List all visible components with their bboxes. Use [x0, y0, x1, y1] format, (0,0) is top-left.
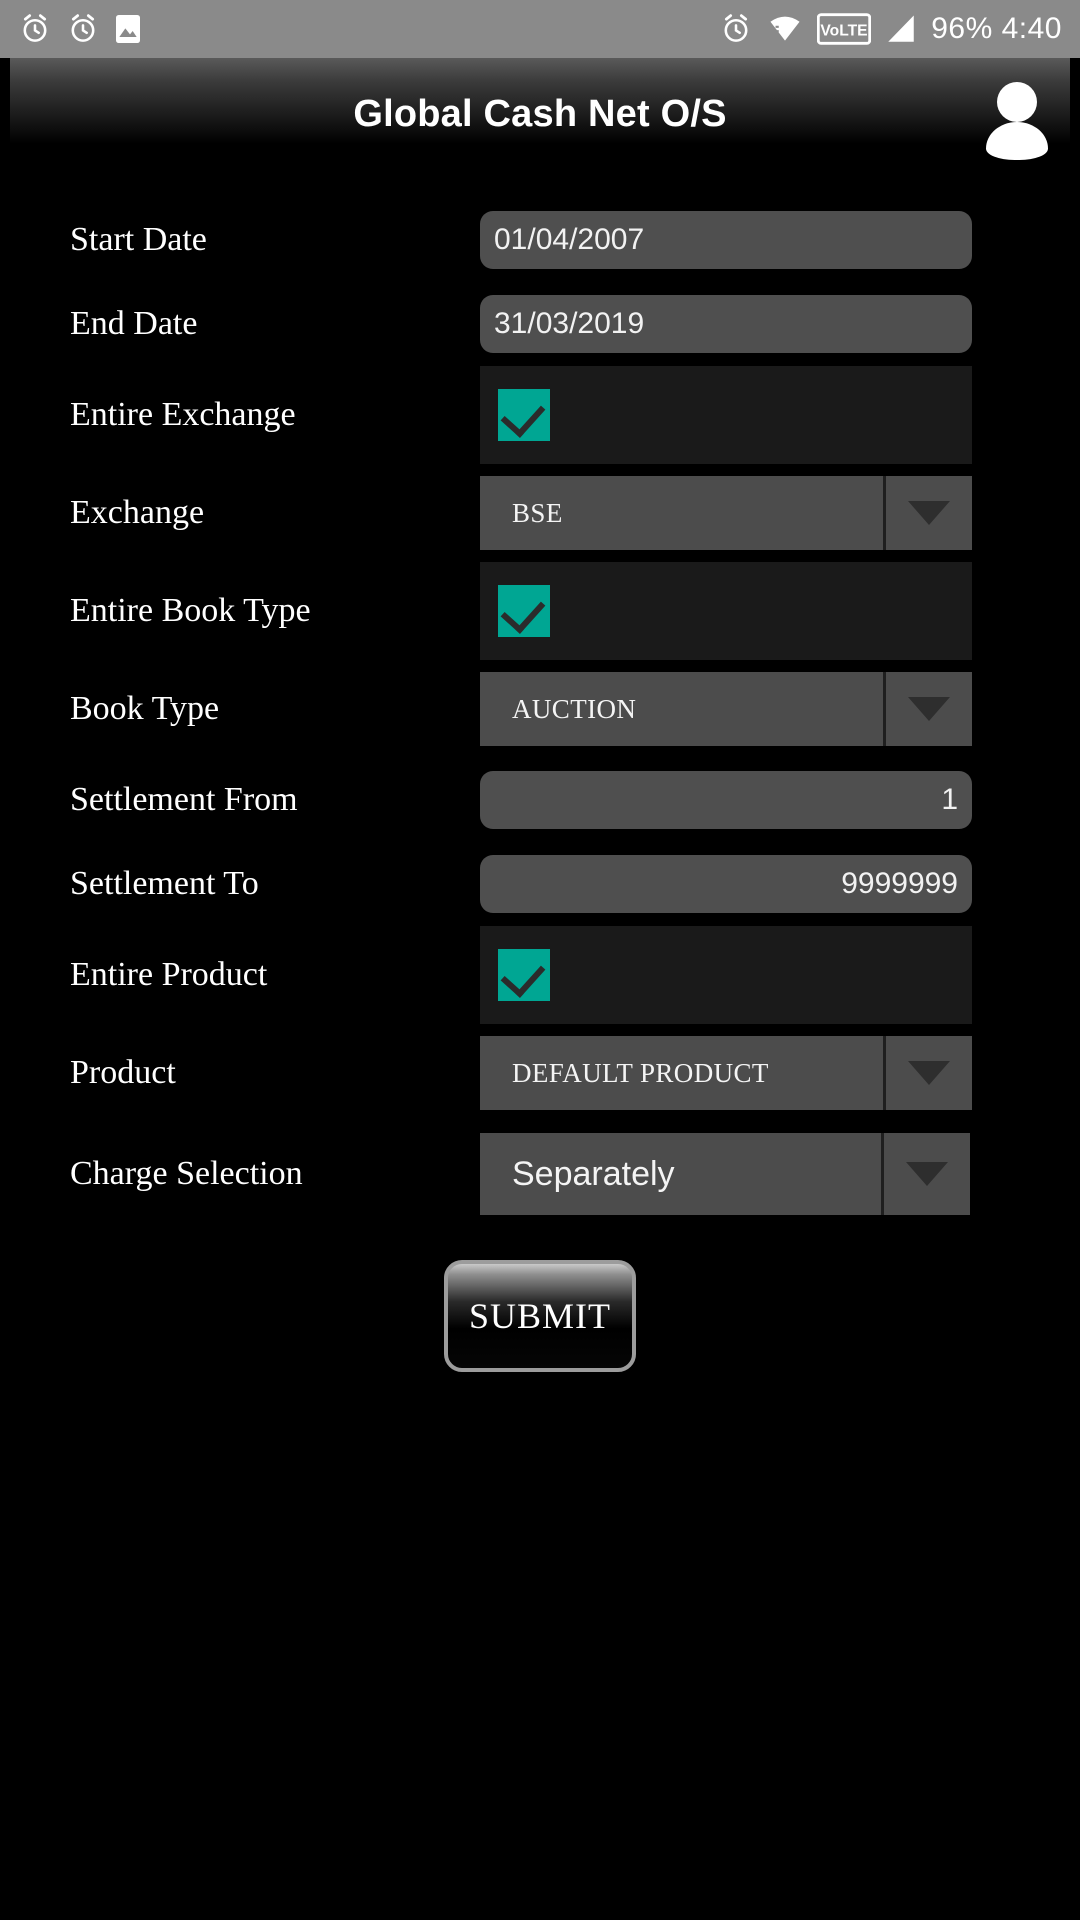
- label-settlement-from: Settlement From: [70, 781, 298, 818]
- row-book-type: Book Type AUCTION: [0, 660, 1080, 758]
- chevron-down-icon: [906, 1162, 948, 1186]
- field-end-date-area: 31/03/2019: [480, 295, 1080, 353]
- page-title: Global Cash Net O/S: [353, 93, 727, 135]
- field-charge-selection-area: Separately: [480, 1133, 1080, 1215]
- row-entire-exchange: Entire Exchange: [0, 366, 1080, 464]
- field-book-type-area: AUCTION: [480, 672, 1080, 746]
- row-product: Product DEFAULT PRODUCT: [0, 1024, 1080, 1122]
- row-entire-product: Entire Product: [0, 926, 1080, 1024]
- row-entire-book-type: Entire Book Type: [0, 562, 1080, 660]
- entire-book-type-checkbox[interactable]: [498, 585, 550, 637]
- chevron-down-icon: [908, 1061, 950, 1085]
- submit-button[interactable]: SUBMIT: [444, 1260, 636, 1372]
- signal-icon: [888, 15, 914, 42]
- label-settlement-to: Settlement To: [70, 865, 259, 902]
- field-exchange-area: BSE: [480, 476, 1080, 550]
- charge-selection-dropdown-arrow[interactable]: [884, 1133, 970, 1215]
- alarm-clock-icon: [71, 14, 95, 42]
- settlement-to-input[interactable]: 9999999: [480, 855, 972, 913]
- image-icon: [116, 15, 140, 43]
- row-start-date: Start Date 01/04/2007: [0, 198, 1080, 282]
- person-icon[interactable]: [986, 82, 1048, 160]
- row-exchange: Exchange BSE: [0, 464, 1080, 562]
- entire-product-checkbox[interactable]: [498, 949, 550, 1001]
- volte-icon: VoLTE: [817, 13, 872, 45]
- battery-and-clock: 96% 4:40: [931, 12, 1062, 45]
- chevron-down-icon: [908, 697, 950, 721]
- book-type-dropdown-arrow[interactable]: [886, 672, 972, 746]
- row-settlement-to: Settlement To 9999999: [0, 842, 1080, 926]
- label-start-date: Start Date: [70, 221, 207, 258]
- exchange-dropdown[interactable]: BSE: [480, 476, 972, 550]
- field-settlement-to-area: 9999999: [480, 855, 1080, 913]
- product-selected-value: DEFAULT PRODUCT: [480, 1036, 886, 1110]
- product-dropdown[interactable]: DEFAULT PRODUCT: [480, 1036, 972, 1110]
- row-end-date: End Date 31/03/2019: [0, 282, 1080, 366]
- row-settlement-from: Settlement From 1: [0, 758, 1080, 842]
- avatar-head: [997, 82, 1037, 122]
- status-bar: VoLTE 96% 4:40: [0, 0, 1080, 58]
- label-charge-selection: Charge Selection: [70, 1155, 303, 1192]
- entire-product-strip: [480, 926, 972, 1024]
- status-bar-right-icons: VoLTE 96% 4:40: [719, 12, 1062, 46]
- svg-text:VoLTE: VoLTE: [821, 23, 868, 40]
- settlement-from-input[interactable]: 1: [480, 771, 972, 829]
- product-dropdown-arrow[interactable]: [886, 1036, 972, 1110]
- field-settlement-from-area: 1: [480, 771, 1080, 829]
- field-entire-exchange-area: [480, 366, 1080, 464]
- end-date-input[interactable]: 31/03/2019: [480, 295, 972, 353]
- status-bar-left-icons: [18, 12, 142, 46]
- field-product-area: DEFAULT PRODUCT: [480, 1036, 1080, 1110]
- alarm-clock-icon: [724, 14, 748, 42]
- field-entire-book-type-area: [480, 562, 1080, 660]
- label-entire-book-type: Entire Book Type: [70, 592, 311, 629]
- alarm-clock-icon: [23, 14, 47, 42]
- entire-book-type-strip: [480, 562, 972, 660]
- entire-exchange-checkbox[interactable]: [498, 389, 550, 441]
- label-entire-product: Entire Product: [70, 956, 268, 993]
- charge-selection-selected-value: Separately: [480, 1133, 884, 1215]
- app-title-bar: Global Cash Net O/S: [10, 58, 1070, 160]
- chevron-down-icon: [908, 501, 950, 525]
- label-entire-exchange: Entire Exchange: [70, 396, 296, 433]
- start-date-input[interactable]: 01/04/2007: [480, 211, 972, 269]
- row-charge-selection: Charge Selection Separately: [0, 1122, 1080, 1226]
- field-entire-product-area: [480, 926, 1080, 1024]
- field-start-date-area: 01/04/2007: [480, 211, 1080, 269]
- book-type-dropdown[interactable]: AUCTION: [480, 672, 972, 746]
- entire-exchange-strip: [480, 366, 972, 464]
- wifi-icon: [770, 16, 800, 41]
- exchange-dropdown-arrow[interactable]: [886, 476, 972, 550]
- avatar-body: [986, 122, 1048, 160]
- label-book-type: Book Type: [70, 690, 220, 727]
- filter-form: Start Date 01/04/2007 End Date 31/03/201…: [0, 144, 1080, 1372]
- label-end-date: End Date: [70, 305, 198, 342]
- exchange-selected-value: BSE: [480, 476, 886, 550]
- book-type-selected-value: AUCTION: [480, 672, 886, 746]
- label-product: Product: [70, 1054, 176, 1091]
- label-exchange: Exchange: [70, 494, 205, 531]
- submit-row: SUBMIT: [0, 1226, 1080, 1372]
- charge-selection-dropdown[interactable]: Separately: [480, 1133, 970, 1215]
